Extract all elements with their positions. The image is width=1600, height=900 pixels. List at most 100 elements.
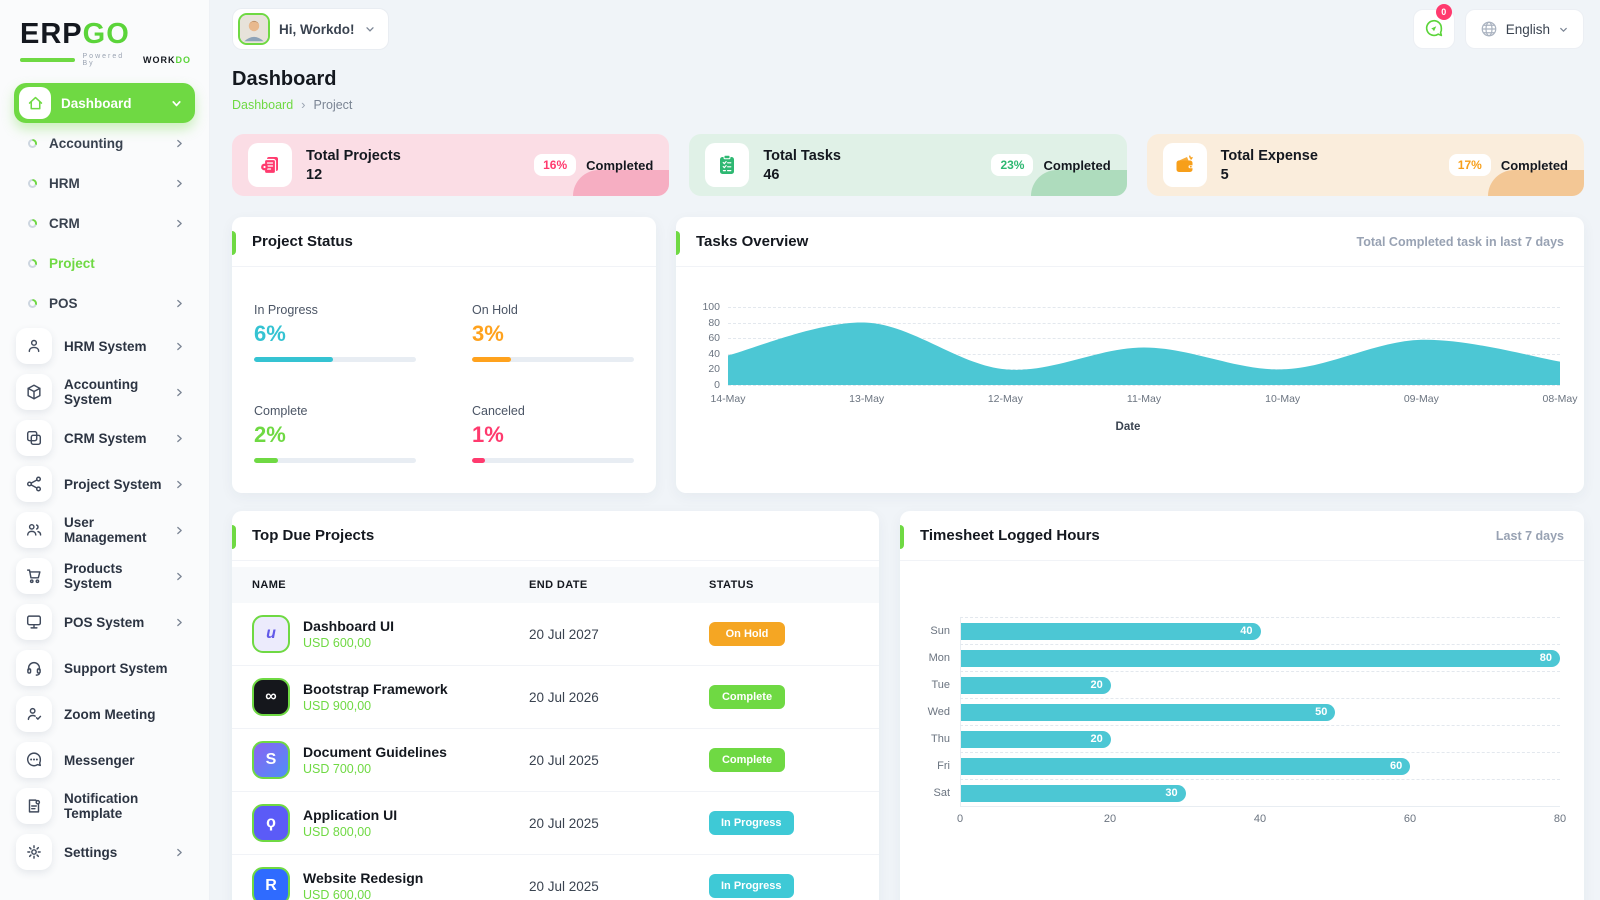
- percent-badge: 17%: [1448, 154, 1491, 176]
- column-status: STATUS: [709, 579, 754, 591]
- tasks-overview-chart: 0 20 40 60 80 100 14-May 13-May 12-May 11-May 10-M…: [676, 267, 1584, 449]
- brand-logo[interactable]: ERPGO Powered By WORKDO: [14, 14, 195, 69]
- sidebar-item-messenger[interactable]: Messenger: [14, 737, 195, 783]
- project-amount: USD 900,00: [303, 699, 372, 713]
- table-row[interactable]: R Website Redesign USD 600,00 20 Jul 202…: [232, 855, 879, 900]
- progress-fill: [254, 357, 334, 362]
- stats-row: Total Projects 12 16% Completed Total Ta…: [232, 134, 1584, 196]
- bar-row-mon: Mon 80: [916, 644, 1560, 671]
- sidebar-item-label: CRM: [49, 215, 80, 231]
- sidebar-item-label: User Management: [64, 515, 147, 545]
- chevron-right-icon: [174, 178, 185, 189]
- chevron-right-icon: [174, 387, 185, 398]
- status-badge: Complete: [709, 748, 785, 772]
- table-row[interactable]: u Dashboard UI USD 600,00 20 Jul 2027 On…: [232, 603, 879, 666]
- dot-icon: [28, 258, 37, 268]
- completed-label: Completed: [1500, 157, 1568, 173]
- chevron-right-icon: [174, 138, 185, 149]
- card-title: Tasks Overview: [696, 233, 809, 250]
- project-logo-icon: u: [252, 615, 290, 653]
- gear-icon: [16, 834, 52, 870]
- total-tasks-card: Total Tasks 46 23% Completed: [689, 134, 1127, 196]
- sidebar-item-project[interactable]: Project: [14, 243, 195, 283]
- stat-label: Total Expense: [1220, 147, 1318, 164]
- chevron-right-icon: [174, 479, 185, 490]
- sidebar-item-hrm-system[interactable]: HRM System: [14, 323, 195, 369]
- bar[interactable]: 20: [961, 676, 1111, 694]
- chevron-right-icon: [174, 341, 185, 352]
- sidebar-item-dashboard[interactable]: Dashboard: [14, 83, 195, 123]
- sidebar-item-hrm[interactable]: HRM: [14, 163, 195, 203]
- sidebar-item-label: Support System: [64, 660, 168, 676]
- bar-row-sun: Sun 40: [916, 617, 1560, 644]
- project-name: Document Guidelines: [303, 744, 447, 760]
- brand-underline: [20, 58, 75, 62]
- status-badge: In Progress: [709, 874, 794, 898]
- sidebar-item-accounting[interactable]: Accounting: [14, 123, 195, 163]
- sidebar-item-settings[interactable]: Settings: [14, 829, 195, 875]
- sidebar-item-user-management[interactable]: User Management: [14, 507, 195, 553]
- bar-row-thu: Thu 20: [916, 725, 1560, 752]
- breadcrumb-dashboard-link[interactable]: Dashboard: [232, 98, 293, 112]
- bar-category-label: Wed: [927, 705, 950, 718]
- language-selector[interactable]: English: [1464, 9, 1584, 49]
- dot-icon: [28, 298, 37, 308]
- total-projects-card: Total Projects 12 16% Completed: [232, 134, 670, 196]
- project-amount: USD 600,00: [303, 636, 372, 650]
- column-end-date: END DATE: [529, 579, 588, 591]
- table-row[interactable]: ∞ Bootstrap Framework USD 900,00 20 Jul …: [232, 666, 879, 729]
- table-row[interactable]: S Document Guidelines USD 700,00 20 Jul …: [232, 729, 879, 792]
- sidebar-item-label: POS System: [64, 614, 145, 630]
- status-canceled: Canceled 1%: [472, 404, 634, 463]
- sidebar-item-label: Project System: [64, 476, 162, 492]
- bar[interactable]: 80: [961, 649, 1560, 667]
- bar-row-fri: Fri 60: [916, 752, 1560, 779]
- sidebar-item-project-system[interactable]: Project System: [14, 461, 195, 507]
- bar[interactable]: 50: [961, 703, 1336, 721]
- sidebar-item-pos[interactable]: POS: [14, 283, 195, 323]
- sidebar-item-pos-system[interactable]: POS System: [14, 599, 195, 645]
- sidebar-item-crm[interactable]: CRM: [14, 203, 195, 243]
- project-status-card: Project Status In Progress 6% On Hold 3%…: [232, 217, 656, 493]
- sidebar-item-label: Products System: [64, 561, 123, 591]
- person-icon: [16, 328, 52, 364]
- sidebar-item-zoom-meeting[interactable]: Zoom Meeting: [14, 691, 195, 737]
- table-row[interactable]: ϙ Application UI USD 800,00 20 Jul 2025 …: [232, 792, 879, 855]
- bar[interactable]: 40: [961, 622, 1261, 640]
- project-logo-icon: ∞: [252, 678, 290, 716]
- bar[interactable]: 60: [961, 757, 1411, 775]
- sidebar-item-accounting-system[interactable]: Accounting System: [14, 369, 195, 415]
- project-name: Dashboard UI: [303, 618, 395, 634]
- card-subtitle: Last 7 days: [1495, 528, 1564, 543]
- document-icon: [16, 788, 52, 824]
- progress-fill: [472, 357, 511, 362]
- sidebar-item-products-system[interactable]: Products System: [14, 553, 195, 599]
- chevron-right-icon: [174, 433, 185, 444]
- messages-button[interactable]: 0: [1412, 4, 1455, 49]
- project-amount: USD 800,00: [303, 825, 372, 839]
- progress-fill: [254, 458, 279, 463]
- chevron-right-icon: [174, 218, 185, 229]
- sidebar-item-notification-template[interactable]: Notification Template: [14, 783, 195, 829]
- bar-category-label: Tue: [931, 678, 950, 691]
- completed-label: Completed: [1043, 157, 1111, 173]
- stat-label: Total Projects: [306, 147, 401, 164]
- bar[interactable]: 30: [961, 784, 1186, 802]
- dot-icon: [28, 178, 37, 188]
- sidebar-item-label: Notification Template: [64, 791, 139, 821]
- bar-category-label: Sat: [933, 786, 950, 799]
- person-check-icon: [16, 696, 52, 732]
- sidebar-item-crm-system[interactable]: CRM System: [14, 415, 195, 461]
- sidebar-item-support-system[interactable]: Support System: [14, 645, 195, 691]
- timesheet-card: Timesheet Logged Hours Last 7 days Sun 4…: [900, 511, 1584, 900]
- bar[interactable]: 20: [961, 730, 1111, 748]
- table-header: NAME END DATE STATUS: [232, 567, 879, 603]
- project-amount: USD 700,00: [303, 762, 372, 776]
- bar-row-sat: Sat 30: [916, 779, 1560, 806]
- user-menu-button[interactable]: Hi, Workdo!: [232, 8, 389, 50]
- share-icon: [16, 466, 52, 502]
- sidebar-item-label: POS: [49, 295, 78, 311]
- headset-icon: [16, 650, 52, 686]
- top-due-projects-card: Top Due Projects NAME END DATE STATUS u …: [232, 511, 879, 900]
- project-status-grid: In Progress 6% On Hold 3% Complete 2% Ca…: [232, 267, 656, 493]
